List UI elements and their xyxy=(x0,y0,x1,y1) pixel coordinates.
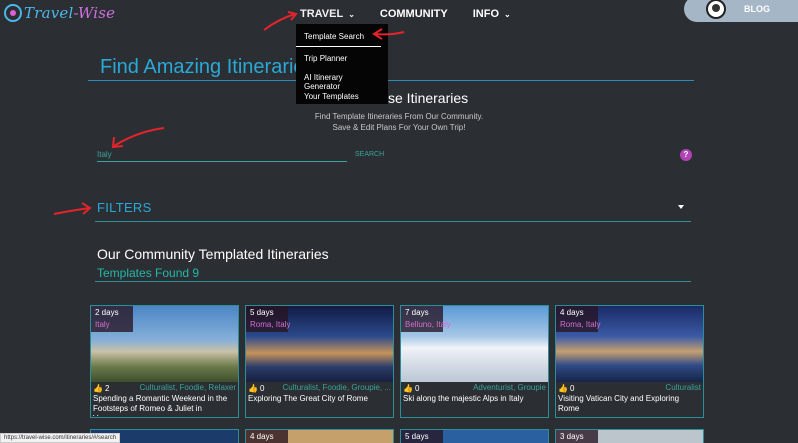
card-tags: Culturalist xyxy=(665,383,701,392)
itinerary-card[interactable]: 7 days Belluno, Italy 👍 0 Adventurist, Gr… xyxy=(400,305,549,418)
search-input[interactable] xyxy=(97,148,347,162)
itinerary-card[interactable]: 2 days Italy 👍 2 Culturalist, Foodie, Rel… xyxy=(90,305,239,418)
annotation-arrow-icon xyxy=(263,11,298,31)
card-meta: 👍 2 Culturalist, Foodie, Relaxer xyxy=(91,382,238,394)
divider xyxy=(95,221,691,222)
menu-item-ai-itinerary-generator[interactable]: AI Itinerary Generator xyxy=(296,69,388,91)
templates-found-count: Templates Found 9 xyxy=(97,266,200,280)
card-days: 3 days xyxy=(556,430,598,443)
card-location: Belluno, Italy xyxy=(405,320,451,329)
nav-community[interactable]: COMMUNITY xyxy=(380,8,448,20)
card-days: 4 days xyxy=(246,430,288,443)
itinerary-card-list-row-2: 4 days 5 days 3 days xyxy=(90,429,704,443)
itinerary-card[interactable]: 4 days Roma, Italy 👍 0 Culturalist Visiti… xyxy=(555,305,704,418)
subtitle-line-1: Find Template Itineraries From Our Commu… xyxy=(314,112,484,121)
chevron-down-icon: ⌄ xyxy=(348,9,355,19)
card-likes[interactable]: 👍 0 xyxy=(558,383,574,393)
caret-down-icon[interactable] xyxy=(678,205,684,209)
card-badge: 4 days Roma, Italy xyxy=(556,306,601,332)
nav-community-label: COMMUNITY xyxy=(379,8,448,20)
card-image: 7 days Belluno, Italy xyxy=(401,306,548,382)
logo-text: Travel-Wise xyxy=(24,4,116,22)
nav-travel-label: TRAVEL xyxy=(300,8,344,20)
itinerary-card[interactable]: 3 days xyxy=(555,429,704,443)
globe-logo-icon xyxy=(4,4,22,22)
card-meta: 👍 0 Culturalist, Foodie, Groupie, ... xyxy=(246,382,393,394)
annotation-arrow-icon xyxy=(372,28,405,40)
card-likes[interactable]: 👍 2 xyxy=(93,383,109,393)
annotation-arrow-icon xyxy=(53,202,92,215)
card-badge: 5 days Roma, Italy xyxy=(246,306,291,332)
page-title: Find Amazing Itineraries xyxy=(100,56,296,78)
card-tags: Adventurist, Groupie xyxy=(473,383,546,392)
logo[interactable]: Travel-Wise xyxy=(4,4,115,22)
avatar xyxy=(706,0,726,19)
card-meta: 👍 0 Adventurist, Groupie xyxy=(401,382,548,394)
card-tags: Culturalist, Foodie, Relaxer xyxy=(139,383,236,392)
card-days: 7 days xyxy=(405,308,429,317)
thumbs-up-icon: 👍 xyxy=(403,383,413,393)
section-title: se Itineraries xyxy=(388,90,469,106)
annotation-arrow-icon xyxy=(111,127,165,149)
itinerary-card-list: 2 days Italy 👍 2 Culturalist, Foodie, Rel… xyxy=(90,305,704,418)
chevron-down-icon: ⌄ xyxy=(504,9,511,19)
card-likes[interactable]: 👍 0 xyxy=(403,383,419,393)
card-image: 2 days Italy xyxy=(91,306,238,382)
community-title: Our Community Templated Itineraries xyxy=(97,246,329,262)
card-location: Roma, Italy xyxy=(560,320,601,329)
card-title: Visiting Vatican City and Exploring Rome xyxy=(558,394,680,413)
menu-item-trip-planner[interactable]: Trip Planner xyxy=(296,50,388,69)
card-days: 4 days xyxy=(560,308,584,317)
card-likes[interactable]: 👍 0 xyxy=(248,383,264,393)
nav-info-label: INFO xyxy=(472,8,499,20)
help-icon[interactable]: ? xyxy=(680,149,692,161)
divider xyxy=(88,80,694,81)
thumbs-up-icon: 👍 xyxy=(248,383,258,393)
card-location: Roma, Italy xyxy=(250,320,291,329)
main-nav: TRAVEL ⌄ COMMUNITY INFO ⌄ xyxy=(300,8,511,20)
search-button[interactable]: SEARCH xyxy=(355,151,384,158)
card-image: 5 days Roma, Italy xyxy=(246,306,393,382)
card-title: Ski along the majestic Alps in Italy xyxy=(403,394,524,403)
card-location: Italy xyxy=(95,320,110,329)
blog-button[interactable]: BLOG xyxy=(684,0,798,22)
itinerary-card[interactable]: 5 days Roma, Italy 👍 0 Culturalist, Foodi… xyxy=(245,305,394,418)
card-days: 5 days xyxy=(401,430,443,443)
itinerary-card[interactable]: 4 days xyxy=(245,429,394,443)
card-days: 2 days xyxy=(95,308,119,317)
card-meta: 👍 0 Culturalist xyxy=(556,382,703,394)
menu-item-template-search[interactable]: Template Search xyxy=(296,28,381,47)
card-title: Spending a Romantic Weekend in the Foots… xyxy=(93,394,228,416)
thumbs-up-icon: 👍 xyxy=(558,383,568,393)
itinerary-card[interactable]: 5 days xyxy=(400,429,549,443)
card-image: 4 days Roma, Italy xyxy=(556,306,703,382)
blog-label: BLOG xyxy=(744,4,770,14)
card-title: Exploring The Great City of Rome xyxy=(248,394,368,403)
thumbs-up-icon: 👍 xyxy=(93,383,103,393)
status-bar-url: https://travel-wise.com/itineraries/#/se… xyxy=(0,433,121,443)
card-days: 5 days xyxy=(250,308,274,317)
filters-toggle[interactable]: FILTERS xyxy=(97,200,152,215)
card-tags: Culturalist, Foodie, Groupie, ... xyxy=(282,383,392,392)
nav-info[interactable]: INFO ⌄ xyxy=(473,8,511,20)
divider xyxy=(95,281,691,282)
nav-travel[interactable]: TRAVEL ⌄ xyxy=(300,8,355,20)
card-badge: 7 days Belluno, Italy xyxy=(401,306,451,332)
card-badge: 2 days Italy xyxy=(91,306,133,332)
